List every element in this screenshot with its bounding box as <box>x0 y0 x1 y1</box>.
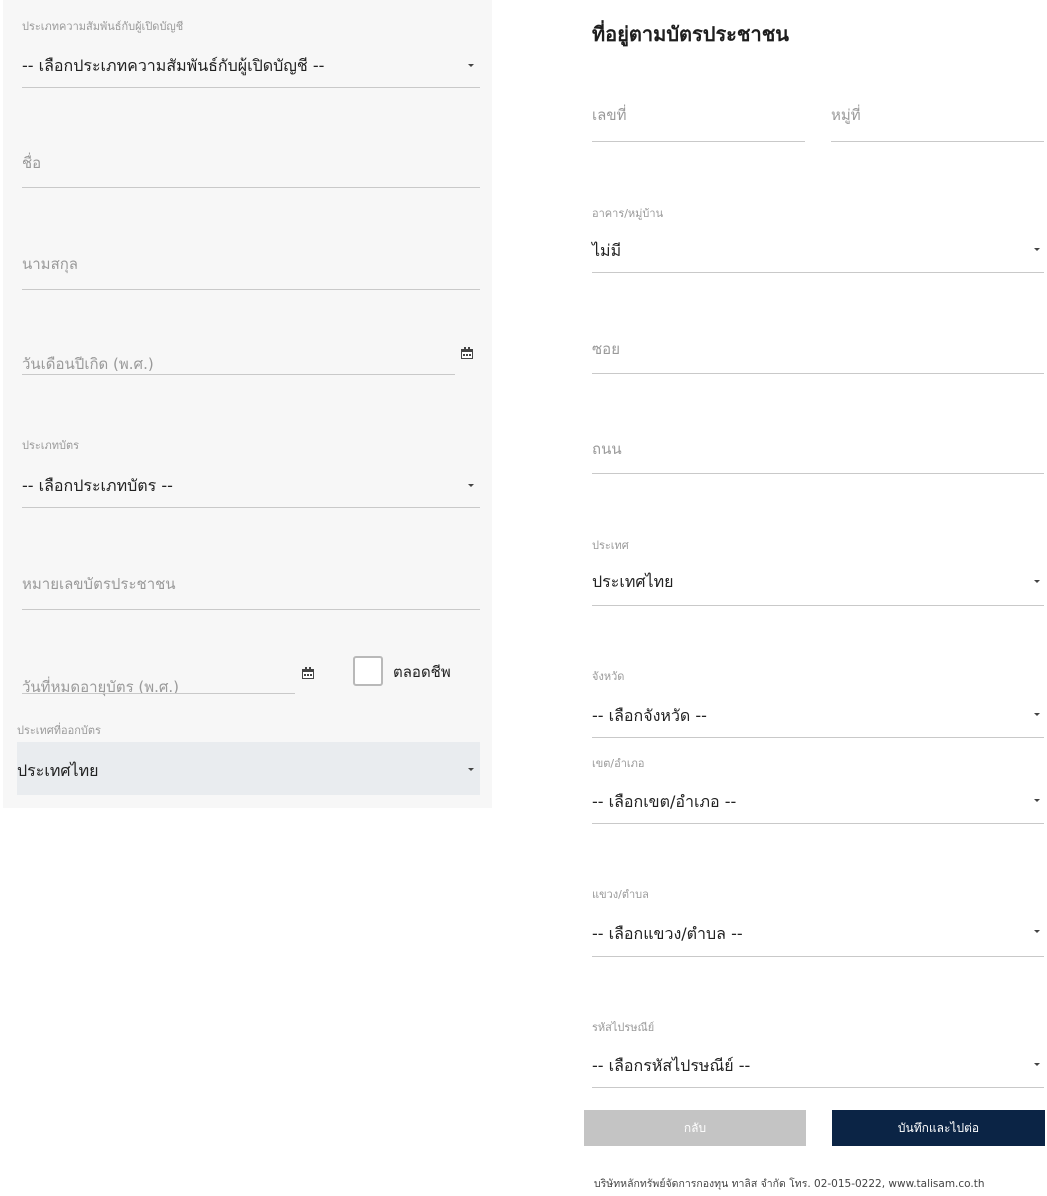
chevron-down-icon <box>468 64 474 67</box>
chevron-down-icon <box>468 484 474 487</box>
first-name-placeholder: ชื่อ <box>22 154 42 172</box>
birth-date-underline <box>22 374 455 375</box>
district-underline <box>592 823 1044 824</box>
moo-placeholder: หมู่ที่ <box>831 106 861 124</box>
expiry-date-underline <box>22 693 295 694</box>
lifetime-checkbox[interactable] <box>353 656 383 686</box>
district-label: เขต/อำเภอ <box>592 757 645 770</box>
postcode-underline <box>592 1087 1044 1088</box>
lifetime-label: ตลอดชีพ <box>393 663 451 681</box>
chevron-down-icon <box>1034 930 1040 933</box>
province-label: จังหวัด <box>592 670 625 683</box>
country-label: ประเทศ <box>592 539 629 552</box>
card-type-underline <box>22 507 480 508</box>
expiry-date-placeholder: วันที่หมดอายุบัตร (พ.ศ.) <box>22 678 180 696</box>
subdistrict-label: แขวง/ตำบล <box>592 888 649 901</box>
postcode-value: -- เลือกรหัสไปรษณีย์ -- <box>592 1056 751 1075</box>
birth-date-placeholder: วันเดือนปีเกิด (พ.ศ.) <box>22 355 154 373</box>
subdistrict-value: -- เลือกแขวง/ตำบล -- <box>592 924 743 943</box>
chevron-down-icon <box>468 768 474 771</box>
country-underline <box>592 605 1044 606</box>
issuing-country-label: ประเทศที่ออกบัตร <box>17 724 101 737</box>
relationship-label: ประเภทความสัมพันธ์กับผู้เปิดบัญชี <box>22 20 184 33</box>
soi-placeholder: ซอย <box>592 340 620 358</box>
back-button[interactable]: กลับ <box>584 1110 806 1146</box>
moo-underline <box>831 141 1044 142</box>
subdistrict-underline <box>592 956 1044 957</box>
section-title: ที่อยู่ตามบัตรประชาชน <box>592 22 789 46</box>
calendar-icon[interactable] <box>461 347 473 359</box>
country-value: ประเทศไทย <box>592 572 674 591</box>
building-label: อาคาร/หมู่บ้าน <box>592 207 664 220</box>
soi-underline <box>592 373 1044 374</box>
chevron-down-icon <box>1034 580 1040 583</box>
footer-company-info: บริษัทหลักทรัพย์จัดการกองทุน ทาลิส จำกัด… <box>594 1178 985 1190</box>
save-and-next-button[interactable]: บันทึกและไปต่อ <box>832 1110 1045 1146</box>
issuing-country-select[interactable]: ประเทศไทย <box>17 742 480 795</box>
relationship-underline <box>22 87 480 88</box>
chevron-down-icon <box>1034 799 1040 802</box>
last-name-underline <box>22 289 480 290</box>
issuing-country-value: ประเทศไทย <box>17 761 99 780</box>
road-underline <box>592 473 1044 474</box>
house-no-underline <box>592 141 805 142</box>
first-name-underline <box>22 187 480 188</box>
district-value: -- เลือกเขต/อำเภอ -- <box>592 792 737 811</box>
building-underline <box>592 272 1044 273</box>
last-name-placeholder: นามสกุล <box>22 255 78 273</box>
id-number-underline <box>22 609 480 610</box>
house-no-placeholder: เลขที่ <box>592 106 627 124</box>
province-underline <box>592 737 1044 738</box>
province-value: -- เลือกจังหวัด -- <box>592 706 707 725</box>
road-placeholder: ถนน <box>592 440 622 458</box>
chevron-down-icon <box>1034 1063 1040 1066</box>
postcode-label: รหัสไปรษณีย์ <box>592 1021 655 1034</box>
building-value: ไม่มี <box>592 241 622 260</box>
relationship-value: -- เลือกประเภทความสัมพันธ์กับผู้เปิดบัญช… <box>22 56 325 75</box>
card-type-value: -- เลือกประเภทบัตร -- <box>22 476 173 495</box>
chevron-down-icon <box>1034 713 1040 716</box>
id-number-placeholder: หมายเลขบัตรประชาชน <box>22 575 176 593</box>
calendar-icon[interactable] <box>302 667 314 679</box>
chevron-down-icon <box>1034 248 1040 251</box>
card-type-label: ประเภทบัตร <box>22 439 80 452</box>
